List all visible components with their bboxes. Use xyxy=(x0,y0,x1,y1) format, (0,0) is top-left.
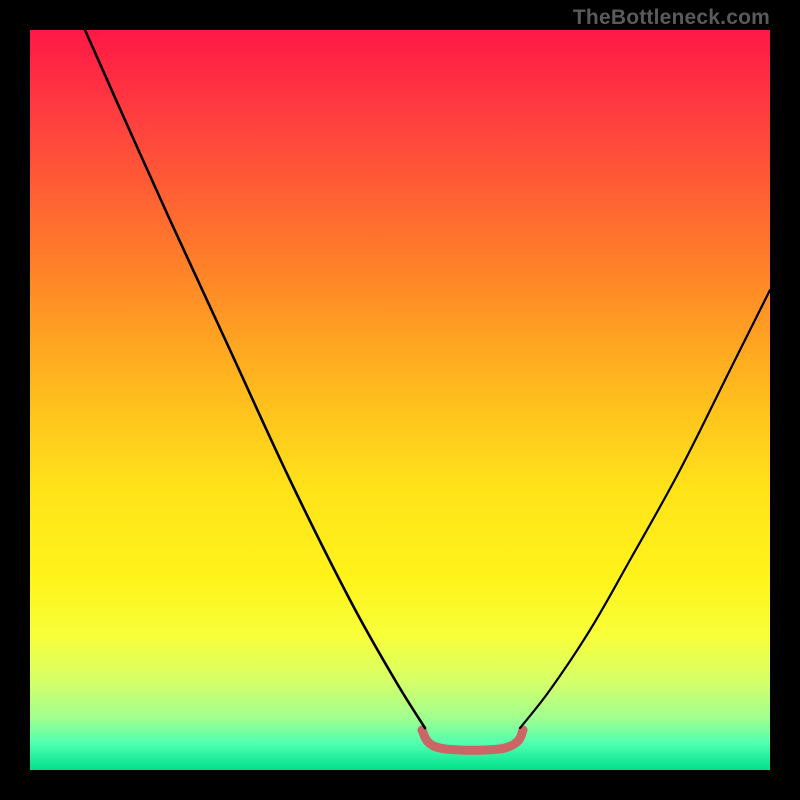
curve-layer xyxy=(30,30,770,770)
watermark-text: TheBottleneck.com xyxy=(573,6,770,30)
chart-container: TheBottleneck.com xyxy=(0,0,800,800)
plot-area xyxy=(30,30,770,770)
series-right-branch xyxy=(520,290,770,728)
series-valley-floor xyxy=(422,730,523,750)
series-left-branch xyxy=(85,30,425,728)
